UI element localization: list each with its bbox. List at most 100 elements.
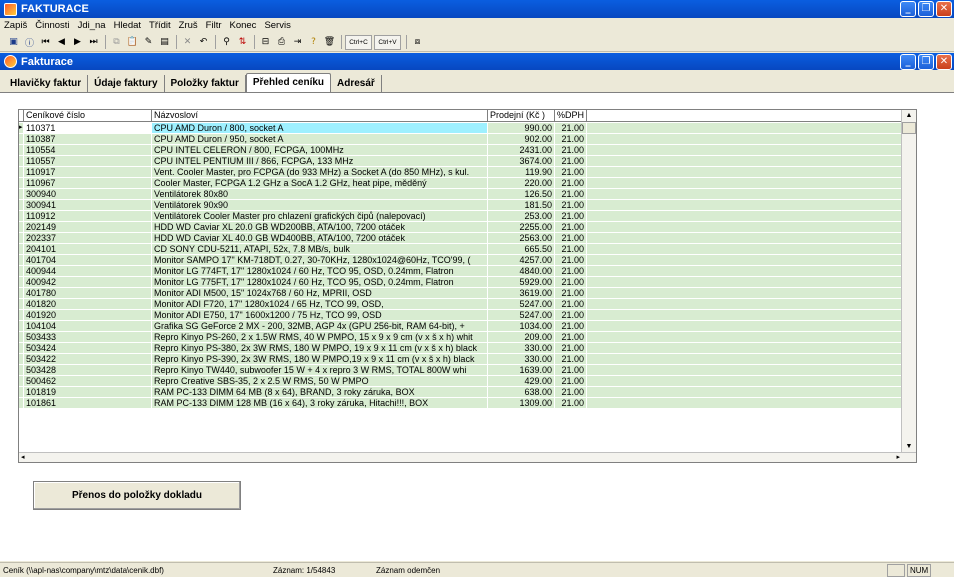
cell-name[interactable]: HDD WD Caviar XL 20.0 GB WD200BB, ATA/10… [152,222,488,232]
cell-vat[interactable]: 21.00 [555,387,587,397]
cell-name[interactable]: RAM PC-133 DIMM 128 MB (16 x 64), 3 roky… [152,398,488,408]
delete-icon[interactable]: ✕ [180,35,195,50]
paste-icon[interactable]: 📋 [125,35,140,50]
table-row[interactable]: 110387 CPU AMD Duron / 950, socket A 902.0… [19,134,901,145]
last-record-icon[interactable]: ⏭ [86,35,101,50]
table-row[interactable]: 101819 RAM PC-133 DIMM 64 MB (8 x 64), BR… [19,387,901,398]
cell-code[interactable]: 101819 [24,387,152,397]
cell-price[interactable]: 181.50 [488,200,555,210]
table-row[interactable]: 503433 Repro Kinyo PS-260, 2 x 1.5W RMS, … [19,332,901,343]
table-row[interactable]: ▸ 110371 CPU AMD Duron / 800, socket A 990.… [19,123,901,134]
table-row[interactable]: 101861 RAM PC-133 DIMM 128 MB (16 x 64), … [19,398,901,409]
cell-vat[interactable]: 21.00 [555,343,587,353]
cell-code[interactable]: 110967 [24,178,152,188]
table-row[interactable]: 503424 Repro Kinyo PS-380, 2x 3W RMS, 180… [19,343,901,354]
tab-polozky-faktur[interactable]: Položky faktur [165,75,246,92]
cell-price[interactable]: 3619.00 [488,288,555,298]
cell-code[interactable]: 202337 [24,233,152,243]
cell-price[interactable]: 4840.00 [488,266,555,276]
cell-price[interactable]: 1309.00 [488,398,555,408]
cell-vat[interactable]: 21.00 [555,200,587,210]
cell-code[interactable]: 110554 [24,145,152,155]
menu-servis[interactable]: Servis [264,20,290,31]
cell-name[interactable]: Vent. Cooler Master, pro FCPGA (do 933 M… [152,167,488,177]
cell-name[interactable]: Monitor ADI E750, 17" 1600x1200 / 75 Hz,… [152,310,488,320]
cell-name[interactable]: CPU AMD Duron / 950, socket A [152,134,488,144]
cell-code[interactable]: 110917 [24,167,152,177]
cell-price[interactable]: 5929.00 [488,277,555,287]
scroll-right-arrow[interactable]: ▸ [896,453,900,461]
menu-cinnosti[interactable]: Činnosti [35,20,69,31]
cell-name[interactable]: Monitor ADI F720, 17" 1280x1024 / 65 Hz,… [152,299,488,309]
column-header-vat[interactable]: %DPH [555,110,587,121]
table-row[interactable]: 401820 Monitor ADI F720, 17" 1280x1024 / … [19,299,901,310]
child-close-button[interactable]: ✕ [936,54,952,70]
cell-code[interactable]: 400944 [24,266,152,276]
cell-price[interactable]: 330.00 [488,354,555,364]
cell-name[interactable]: CPU AMD Duron / 800, socket A [152,123,488,133]
cell-code[interactable]: 101861 [24,398,152,408]
table-row[interactable]: 204101 CD SONY CDU-5211, ATAPI, 52x, 7.8 … [19,244,901,255]
cell-vat[interactable]: 21.00 [555,167,587,177]
table-row[interactable]: 110967 Cooler Master, FCPGA 1.2 GHz a Soc… [19,178,901,189]
scroll-thumb[interactable] [902,122,916,134]
cell-price[interactable]: 209.00 [488,332,555,342]
table-row[interactable]: 300940 Ventilátorek 80x80 126.50 21.00 [19,189,901,200]
menu-hledat[interactable]: Hledat [114,20,141,31]
cell-code[interactable]: 110387 [24,134,152,144]
menu-tridit[interactable]: Třídit [149,20,171,31]
cell-name[interactable]: Repro Kinyo PS-390, 2x 3W RMS, 180 W PMP… [152,354,488,364]
cell-code[interactable]: 110557 [24,156,152,166]
cell-price[interactable]: 126.50 [488,189,555,199]
ctrl-c-button[interactable]: Ctrl+C [345,34,372,50]
first-record-icon[interactable]: ⏮ [38,35,53,50]
sort-icon[interactable]: ⇅ [235,35,250,50]
trash-icon[interactable]: 🗑 [322,35,337,50]
cell-vat[interactable]: 21.00 [555,189,587,199]
cell-vat[interactable]: 21.00 [555,222,587,232]
tab-prehled-ceniku[interactable]: Přehled ceníku [245,73,332,93]
cell-code[interactable]: 110371 [24,123,152,133]
vertical-scrollbar[interactable]: ▲ ▼ [901,110,916,453]
cell-vat[interactable]: 21.00 [555,156,587,166]
cell-code[interactable]: 300940 [24,189,152,199]
cell-price[interactable]: 429.00 [488,376,555,386]
tab-adresar[interactable]: Adresář [331,75,382,92]
cell-vat[interactable]: 21.00 [555,244,587,254]
cell-name[interactable]: Repro Kinyo PS-260, 2 x 1.5W RMS, 40 W P… [152,332,488,342]
cell-code[interactable]: 401780 [24,288,152,298]
filter-icon[interactable]: ⊟ [258,35,273,50]
table-row[interactable]: 401920 Monitor ADI E750, 17" 1600x1200 / … [19,310,901,321]
price-list-grid[interactable]: Ceníkové číslo Názvosloví Prodejní (Kč )… [18,109,917,463]
cell-code[interactable]: 401820 [24,299,152,309]
tab-hlavicky-faktur[interactable]: Hlavičky faktur [4,75,89,92]
cell-name[interactable]: CD SONY CDU-5211, ATAPI, 52x, 7.8 MB/s, … [152,244,488,254]
cell-vat[interactable]: 21.00 [555,277,587,287]
cell-code[interactable]: 503422 [24,354,152,364]
table-row[interactable]: 202337 HDD WD Caviar XL 40.0 GB WD400BB, … [19,233,901,244]
cell-vat[interactable]: 21.00 [555,233,587,243]
child-restore-button[interactable]: ❐ [918,54,934,70]
cell-name[interactable]: RAM PC-133 DIMM 64 MB (8 x 64), BRAND, 3… [152,387,488,397]
menu-jdi-na[interactable]: Jdi_na [78,20,106,31]
cell-vat[interactable]: 21.00 [555,211,587,221]
cell-vat[interactable]: 21.00 [555,310,587,320]
ctrl-v-button[interactable]: Ctrl+V [374,34,401,50]
book-icon[interactable]: ▤ [157,35,172,50]
cell-vat[interactable]: 21.00 [555,321,587,331]
cell-price[interactable]: 220.00 [488,178,555,188]
find-icon[interactable]: ⚲ [219,35,234,50]
cell-name[interactable]: Monitor ADI M500, 15" 1024x768 / 60 Hz, … [152,288,488,298]
scroll-up-arrow[interactable]: ▲ [902,110,916,122]
cell-code[interactable]: 300941 [24,200,152,210]
table-row[interactable]: 401704 Monitor SAMPO 17" KM-718DT, 0.27, … [19,255,901,266]
cell-name[interactable]: Monitor LG 774FT, 17" 1280x1024 / 60 Hz,… [152,266,488,276]
table-row[interactable]: 110557 CPU INTEL PENTIUM III / 866, FCPGA… [19,156,901,167]
cell-price[interactable]: 2563.00 [488,233,555,243]
cell-vat[interactable]: 21.00 [555,398,587,408]
table-row[interactable]: 202149 HDD WD Caviar XL 20.0 GB WD200BB, … [19,222,901,233]
cell-code[interactable]: 202149 [24,222,152,232]
close-button[interactable]: ✕ [936,1,952,17]
cell-name[interactable]: Cooler Master, FCPGA 1.2 GHz a SocA 1.2 … [152,178,488,188]
cell-price[interactable]: 5247.00 [488,299,555,309]
